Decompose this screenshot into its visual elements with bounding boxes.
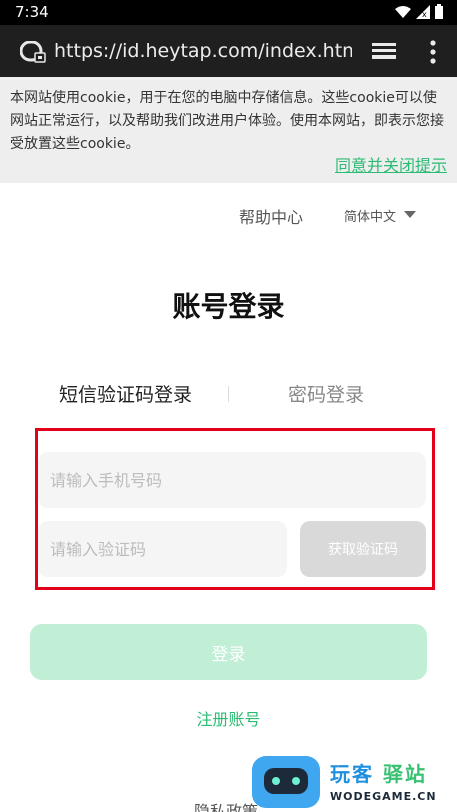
tab-password-login[interactable]: 密码登录 xyxy=(288,380,364,407)
register-link[interactable]: 注册账号 xyxy=(0,706,457,730)
language-label: 简体中文 xyxy=(344,210,397,225)
page-title: 账号登录 xyxy=(172,290,285,323)
help-center-link[interactable]: 帮助中心 xyxy=(239,204,303,228)
cookie-accept-link[interactable]: 同意并关闭提示 xyxy=(335,152,447,176)
watermark-domain: WODEGAME.CN xyxy=(330,790,437,803)
privacy-policy-link[interactable]: 隐私政策 xyxy=(194,798,258,812)
signal-icon: x xyxy=(416,4,430,19)
cookie-banner: 本网站使用cookie，用于在您的电脑中存储信息。这些cookie可以使网站正常… xyxy=(0,77,457,183)
status-icons: x xyxy=(395,4,443,19)
tabs-icon[interactable] xyxy=(372,41,396,61)
more-menu-icon[interactable] xyxy=(429,40,437,64)
status-bar: 7:34 x xyxy=(0,0,457,25)
annotation-highlight-box xyxy=(35,428,435,590)
cookie-notice-text: 本网站使用cookie，用于在您的电脑中存储信息。这些cookie可以使网站正常… xyxy=(10,90,444,152)
url-field[interactable]: https://id.heytap.com/index.html?ca xyxy=(54,40,352,64)
language-selector[interactable]: 简体中文 xyxy=(344,206,417,225)
login-page: 7:34 x https://id.heytap.com/index.html?… xyxy=(0,0,457,812)
login-button[interactable]: 登录 xyxy=(30,624,427,680)
wifi-icon xyxy=(395,5,411,18)
tab-sms-login[interactable]: 短信验证码登录 xyxy=(59,380,192,407)
site-security-icon[interactable] xyxy=(20,41,46,63)
mascot-logo-icon xyxy=(252,756,320,808)
browser-toolbar: https://id.heytap.com/index.html?ca xyxy=(0,25,457,77)
svg-text:x: x xyxy=(422,10,427,19)
status-time: 7:34 xyxy=(15,3,49,21)
watermark-name: 玩客 驿站 xyxy=(330,762,427,786)
site-watermark: 玩客 驿站 WODEGAME.CN xyxy=(250,752,457,812)
tab-divider xyxy=(228,386,229,402)
battery-icon xyxy=(435,4,443,19)
chevron-down-icon xyxy=(404,211,417,218)
